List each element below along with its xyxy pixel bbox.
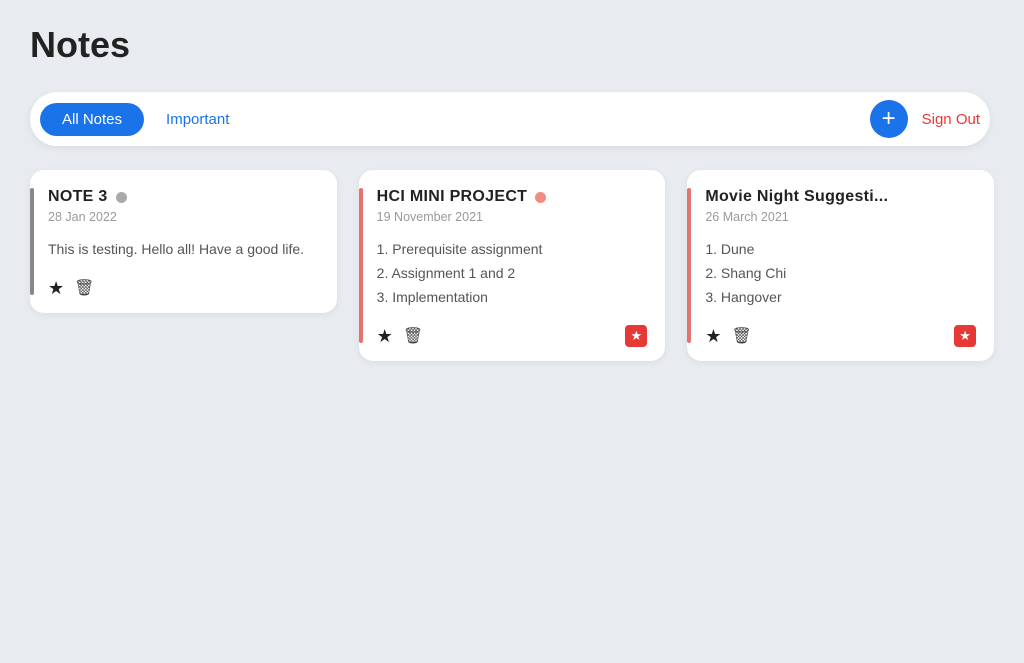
list-item: 3. Implementation (377, 286, 648, 310)
page-title: Notes (0, 0, 1024, 74)
card-actions-left: ★🗑 (377, 326, 423, 347)
card-body: This is testing. Hello all! Have a good … (48, 238, 319, 262)
nav-bar: All Notes Important + Sign Out (30, 92, 990, 146)
list-item: 1. Prerequisite assignment (377, 238, 648, 262)
card-actions-left: ★🗑 (705, 326, 751, 347)
add-note-button[interactable]: + (870, 100, 908, 138)
card-accent-bar (30, 188, 34, 295)
trash-icon[interactable]: 🗑 (74, 278, 94, 298)
status-dot-icon (116, 192, 127, 203)
card-header: NOTE 3 (48, 188, 319, 206)
card-body: 1. Prerequisite assignment2. Assignment … (377, 238, 648, 309)
card-title: HCI MINI PROJECT (377, 188, 528, 206)
list-item: 1. Dune (705, 238, 976, 262)
card-header: HCI MINI PROJECT (377, 188, 648, 206)
note-card-note3[interactable]: NOTE 3 28 Jan 2022 This is testing. Hello … (30, 170, 337, 313)
card-accent-bar (687, 188, 691, 343)
top-area: All Notes Important + Sign Out (0, 74, 1024, 160)
card-footer: ★🗑★ (705, 325, 976, 347)
card-date: 26 March 2021 (705, 210, 976, 224)
star-icon[interactable]: ★ (48, 278, 64, 299)
card-footer: ★🗑★ (377, 325, 648, 347)
star-icon[interactable]: ★ (705, 326, 721, 347)
card-accent-bar (359, 188, 363, 343)
right-controls: + Sign Out (870, 100, 980, 138)
sign-out-button[interactable]: Sign Out (922, 111, 980, 128)
important-badge-icon[interactable]: ★ (954, 325, 976, 347)
important-badge-icon[interactable]: ★ (625, 325, 647, 347)
card-footer: ★🗑 (48, 278, 319, 299)
all-notes-button[interactable]: All Notes (40, 103, 144, 136)
important-button[interactable]: Important (156, 103, 239, 136)
trash-icon[interactable]: 🗑 (403, 326, 423, 346)
card-body: 1. Dune2. Shang Chi3. Hangover (705, 238, 976, 309)
list-item: 3. Hangover (705, 286, 976, 310)
card-date: 28 Jan 2022 (48, 210, 319, 224)
status-dot-icon (535, 192, 546, 203)
card-actions-left: ★🗑 (48, 278, 94, 299)
card-header: Movie Night Suggesti... (705, 188, 976, 206)
cards-area: NOTE 3 28 Jan 2022 This is testing. Hello … (0, 160, 1024, 391)
list-item: 2. Shang Chi (705, 262, 976, 286)
card-title: Movie Night Suggesti... (705, 188, 888, 206)
card-date: 19 November 2021 (377, 210, 648, 224)
trash-icon[interactable]: 🗑 (731, 326, 751, 346)
note-card-movie-night[interactable]: Movie Night Suggesti... 26 March 2021 1. D… (687, 170, 994, 361)
list-item: 2. Assignment 1 and 2 (377, 262, 648, 286)
note-card-hci-mini-project[interactable]: HCI MINI PROJECT 19 November 2021 1. Prere… (359, 170, 666, 361)
card-title: NOTE 3 (48, 188, 108, 206)
star-icon[interactable]: ★ (377, 326, 393, 347)
